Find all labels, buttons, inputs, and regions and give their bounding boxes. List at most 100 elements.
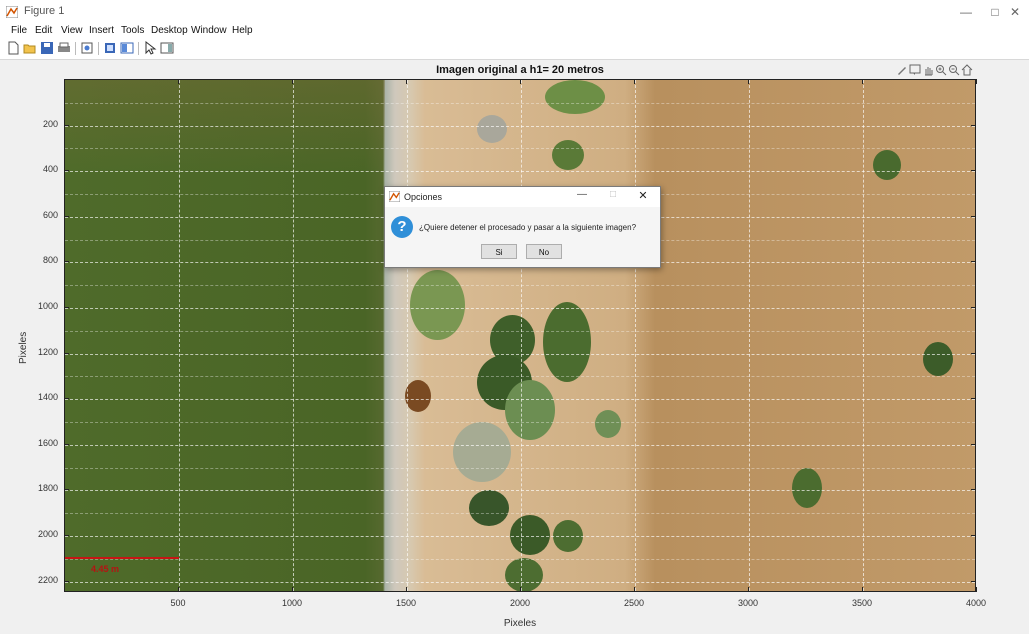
y-tick-mark bbox=[64, 215, 69, 217]
y-minor-gridline bbox=[65, 285, 975, 287]
y-tick-mark bbox=[64, 307, 69, 308]
y-tick-mark bbox=[64, 489, 69, 491]
link-plot-icon[interactable] bbox=[103, 41, 117, 55]
shrub bbox=[469, 490, 509, 526]
dialog-minimize-button[interactable]: — bbox=[575, 189, 589, 200]
print-preview-icon[interactable] bbox=[80, 41, 94, 55]
print-icon[interactable] bbox=[57, 41, 71, 55]
y-tick-label: 800 bbox=[42, 255, 58, 266]
yes-button[interactable]: Si bbox=[481, 244, 517, 259]
dialog-title: Opciones bbox=[404, 192, 443, 202]
scale-bar-label: 4.45 m bbox=[91, 564, 120, 574]
x-tick-mark bbox=[976, 79, 977, 84]
x-tick-mark bbox=[406, 79, 407, 84]
x-gridline bbox=[293, 80, 294, 591]
dialog-maximize-button: □ bbox=[609, 189, 617, 200]
y-minor-gridline bbox=[65, 513, 975, 515]
y-gridline bbox=[65, 490, 975, 492]
x-tick-mark bbox=[748, 79, 749, 84]
y-gridline bbox=[65, 125, 975, 127]
y-tick-mark bbox=[971, 124, 976, 126]
menu-edit[interactable]: Edit bbox=[35, 25, 52, 36]
shrub bbox=[505, 380, 555, 440]
zoom-out-icon[interactable] bbox=[948, 64, 960, 76]
y-minor-gridline bbox=[65, 102, 975, 104]
x-tick-label: 4000 bbox=[965, 598, 987, 608]
no-button[interactable]: No bbox=[526, 244, 562, 259]
options-dialog: Opciones — □ ✕ ? ¿Quiere detener el proc… bbox=[384, 186, 661, 268]
y-tick-mark bbox=[64, 443, 69, 445]
y-tick-mark bbox=[971, 489, 976, 491]
menu-help[interactable]: Help bbox=[232, 25, 253, 36]
x-tick-mark bbox=[520, 79, 521, 84]
open-file-icon[interactable] bbox=[23, 41, 37, 55]
y-minor-gridline bbox=[65, 422, 975, 423]
y-gridline bbox=[65, 308, 975, 309]
datatip-icon[interactable] bbox=[909, 64, 921, 76]
insert-colorbar-icon[interactable] bbox=[120, 41, 134, 55]
save-icon[interactable] bbox=[40, 41, 54, 55]
shrub bbox=[510, 515, 550, 555]
y-minor-gridline bbox=[65, 558, 975, 560]
x-tick-label: 3500 bbox=[851, 598, 873, 608]
plot-tools-icon[interactable] bbox=[160, 41, 174, 55]
menu-window[interactable]: Window bbox=[191, 25, 227, 36]
window-titlebar: Figure 1 — □ ✕ bbox=[0, 0, 1029, 24]
menu-file[interactable]: File bbox=[11, 25, 27, 36]
y-tick-label: 400 bbox=[42, 164, 58, 175]
brush-icon[interactable] bbox=[896, 64, 908, 76]
y-tick-mark bbox=[971, 307, 976, 308]
water-area bbox=[65, 80, 385, 591]
shrub bbox=[405, 380, 431, 412]
x-tick-label: 1500 bbox=[395, 598, 417, 608]
x-gridline bbox=[521, 80, 522, 591]
menu-view[interactable]: View bbox=[61, 25, 83, 36]
x-gridline bbox=[749, 80, 750, 591]
y-gridline bbox=[65, 353, 975, 355]
scale-bar bbox=[65, 557, 179, 559]
x-axis-label: Pixeles bbox=[503, 618, 537, 629]
x-tick-mark bbox=[976, 587, 977, 592]
shrub bbox=[477, 115, 507, 143]
x-tick-mark bbox=[178, 587, 179, 592]
y-tick-mark bbox=[971, 398, 976, 400]
y-tick-mark bbox=[64, 124, 69, 126]
close-button[interactable]: ✕ bbox=[1001, 2, 1029, 22]
dialog-close-button[interactable]: ✕ bbox=[636, 189, 650, 202]
image-axes[interactable]: 4.45 m bbox=[64, 79, 976, 592]
pan-icon[interactable] bbox=[922, 64, 934, 76]
x-tick-label: 2000 bbox=[509, 598, 531, 608]
y-tick-label: 2200 bbox=[37, 574, 58, 585]
x-tick-mark bbox=[634, 587, 635, 592]
y-tick-mark bbox=[971, 352, 976, 354]
x-tick-label: 1000 bbox=[281, 598, 303, 608]
shrub bbox=[543, 302, 591, 382]
home-icon[interactable] bbox=[961, 64, 973, 76]
toolbar-separator bbox=[75, 42, 76, 55]
y-tick-mark bbox=[64, 261, 69, 263]
shrub bbox=[595, 410, 621, 438]
menu-desktop[interactable]: Desktop bbox=[151, 25, 188, 36]
x-tick-mark bbox=[292, 587, 293, 592]
y-gridline bbox=[65, 444, 975, 446]
x-tick-mark bbox=[406, 587, 407, 592]
matlab-figure-icon bbox=[6, 6, 18, 18]
toolbar-separator bbox=[138, 42, 139, 55]
y-axis-label: Pixeles bbox=[18, 331, 29, 364]
x-tick-mark bbox=[520, 587, 521, 592]
new-figure-icon[interactable] bbox=[6, 41, 20, 55]
menu-tools[interactable]: Tools bbox=[121, 25, 144, 36]
x-gridline bbox=[863, 80, 864, 591]
y-gridline bbox=[65, 536, 975, 537]
x-tick-label: 500 bbox=[170, 598, 186, 608]
matlab-figure-icon bbox=[389, 191, 400, 202]
y-tick-mark bbox=[971, 170, 976, 172]
edit-plot-icon[interactable] bbox=[143, 41, 157, 55]
menu-insert[interactable]: Insert bbox=[89, 25, 114, 36]
shrub bbox=[923, 342, 953, 376]
x-tick-mark bbox=[862, 587, 863, 592]
y-gridline bbox=[65, 171, 975, 173]
window-title: Figure 1 bbox=[24, 5, 65, 17]
x-gridline bbox=[635, 80, 636, 591]
zoom-in-icon[interactable] bbox=[935, 64, 947, 76]
